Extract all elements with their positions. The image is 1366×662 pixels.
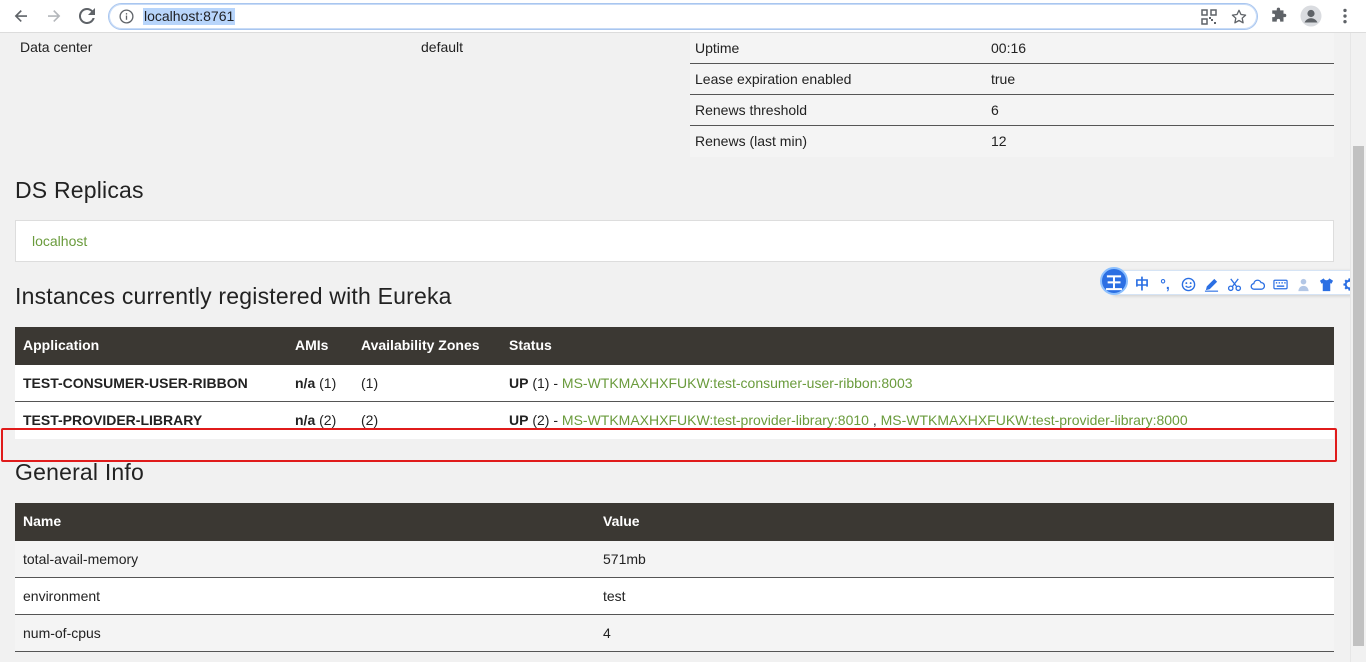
replicas-heading: DS Replicas bbox=[15, 177, 144, 203]
lease-expiration-value: true bbox=[991, 71, 1016, 87]
table-row: total-avail-memory 571mb bbox=[15, 541, 1334, 578]
renews-last-min-label: Renews (last min) bbox=[695, 133, 808, 149]
col-name: Name bbox=[23, 513, 62, 529]
replica-link[interactable]: localhost bbox=[32, 233, 87, 249]
pen-icon[interactable] bbox=[1202, 275, 1220, 293]
table-row: num-of-cpus 4 bbox=[15, 615, 1334, 652]
instances-heading: Instances currently registered with Eure… bbox=[15, 283, 452, 309]
browser-toolbar: localhost:8761 bbox=[0, 0, 1366, 33]
info-name: total-avail-memory bbox=[23, 551, 139, 567]
cloud-icon[interactable] bbox=[1248, 275, 1266, 293]
url-text[interactable]: localhost:8761 bbox=[143, 8, 236, 25]
col-value: Value bbox=[603, 513, 640, 529]
status-cell: UP (1) - MS-WTKMAXHXFUKW:test-consumer-u… bbox=[509, 375, 913, 391]
renews-threshold-value: 6 bbox=[991, 102, 999, 118]
table-row: TEST-CONSUMER-USER-RIBBON n/a (1) (1) UP… bbox=[15, 365, 1334, 402]
instance-link[interactable]: MS-WTKMAXHXFUKW:test-provider-library:80… bbox=[562, 412, 869, 428]
general-info-heading: General Info bbox=[15, 459, 144, 485]
ime-logo[interactable]: 王 bbox=[1100, 267, 1128, 295]
reload-button[interactable] bbox=[75, 5, 99, 27]
app-name: TEST-CONSUMER-USER-RIBBON bbox=[23, 375, 248, 391]
eureka-dashboard: Data center default Uptime 00:16 Lease e… bbox=[0, 33, 1350, 662]
address-bar[interactable]: localhost:8761 bbox=[108, 3, 1258, 30]
general-info-table: Name Value total-avail-memory 571mb envi… bbox=[15, 503, 1334, 652]
table-row: Lease expiration enabled true bbox=[690, 64, 1334, 95]
instances-table: Application AMIs Availability Zones Stat… bbox=[15, 327, 1334, 439]
user-icon[interactable] bbox=[1294, 275, 1312, 293]
bookmark-star-icon[interactable] bbox=[1231, 9, 1247, 25]
table-row: Renews (last min) 12 bbox=[690, 126, 1334, 157]
zones-cell: (1) bbox=[361, 375, 379, 391]
col-status: Status bbox=[509, 337, 552, 353]
extensions-puzzle-icon[interactable] bbox=[1270, 7, 1288, 25]
uptime-value: 00:16 bbox=[991, 40, 1027, 56]
arrow-left-icon bbox=[14, 10, 27, 22]
instance-link[interactable]: MS-WTKMAXHXFUKW:test-consumer-user-ribbo… bbox=[562, 375, 913, 391]
renews-threshold-label: Renews threshold bbox=[695, 102, 808, 118]
kebab-menu-icon[interactable] bbox=[1336, 7, 1354, 25]
table-row: Uptime 00:16 bbox=[690, 33, 1334, 64]
renews-last-min-value: 12 bbox=[991, 133, 1007, 149]
info-icon[interactable] bbox=[119, 9, 134, 24]
amis-cell: n/a (1) bbox=[295, 375, 337, 391]
col-amis: AMIs bbox=[295, 337, 329, 353]
qr-code-icon[interactable] bbox=[1201, 9, 1217, 25]
page-scrollbar[interactable] bbox=[1350, 33, 1366, 662]
highlight-box bbox=[1, 428, 1337, 462]
info-name: environment bbox=[23, 588, 101, 604]
col-availability-zones: Availability Zones bbox=[361, 337, 480, 353]
table-header: Application AMIs Availability Zones Stat… bbox=[15, 327, 1334, 365]
scrollbar-thumb[interactable] bbox=[1353, 146, 1364, 646]
status-cell: UP (2) - MS-WTKMAXHXFUKW:test-provider-l… bbox=[509, 412, 1188, 428]
skin-shirt-icon[interactable] bbox=[1317, 275, 1335, 293]
reload-icon bbox=[79, 8, 95, 24]
profile-avatar-icon[interactable] bbox=[1300, 5, 1322, 27]
ime-toolbar[interactable]: 中 °, 王 bbox=[1097, 267, 1363, 299]
keyboard-icon[interactable] bbox=[1271, 275, 1289, 293]
info-value: test bbox=[603, 588, 626, 604]
uptime-label: Uptime bbox=[695, 40, 740, 56]
info-value: 571mb bbox=[603, 551, 646, 567]
amis-cell: n/a (2) bbox=[295, 412, 337, 428]
app-name: TEST-PROVIDER-LIBRARY bbox=[23, 412, 203, 428]
ime-punctuation-toggle[interactable]: °, bbox=[1156, 275, 1174, 293]
data-center-value: default bbox=[421, 39, 464, 55]
instance-link[interactable]: MS-WTKMAXHXFUKW:test-provider-library:80… bbox=[881, 412, 1188, 428]
data-center-label: Data center bbox=[20, 39, 93, 55]
replicas-list: localhost bbox=[15, 220, 1334, 262]
table-header: Name Value bbox=[15, 503, 1334, 541]
smiley-icon[interactable] bbox=[1179, 275, 1197, 293]
scissors-icon[interactable] bbox=[1225, 275, 1243, 293]
table-row: environment test bbox=[15, 578, 1334, 615]
system-status-table: Uptime 00:16 Lease expiration enabled tr… bbox=[690, 33, 1334, 157]
ime-mode-toggle[interactable]: 中 bbox=[1133, 275, 1151, 293]
zones-cell: (2) bbox=[361, 412, 379, 428]
lease-expiration-label: Lease expiration enabled bbox=[695, 71, 852, 87]
table-row: Renews threshold 6 bbox=[690, 95, 1334, 126]
info-value: 4 bbox=[603, 625, 611, 641]
forward-button[interactable] bbox=[42, 5, 66, 27]
ime-bar: 中 °, bbox=[1112, 270, 1362, 295]
arrow-right-icon bbox=[48, 10, 61, 22]
info-name: num-of-cpus bbox=[23, 625, 101, 641]
col-application: Application bbox=[23, 337, 100, 353]
back-button[interactable] bbox=[9, 5, 33, 27]
